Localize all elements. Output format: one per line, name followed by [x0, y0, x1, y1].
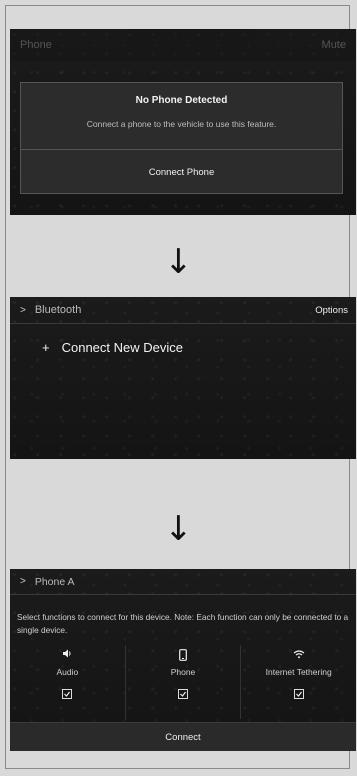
audio-checkbox[interactable]	[62, 689, 73, 699]
bluetooth-screen: > Bluetooth Options + Connect New Device	[10, 297, 356, 459]
phone-a-header: > Phone A	[10, 569, 356, 595]
phone-checkbox[interactable]	[178, 689, 188, 699]
phone-a-title: Phone A	[34, 575, 75, 588]
speaker-icon	[10, 649, 125, 658]
functions-description: Select functions to connect for this dev…	[17, 612, 349, 635]
function-columns: Audio Phone Internet Tethering	[10, 645, 356, 719]
connect-new-device-label: Connect New Device	[61, 340, 183, 355]
wifi-icon	[241, 649, 356, 659]
down-arrow-icon: ↓	[164, 242, 193, 282]
function-internet-tethering: Internet Tethering	[240, 645, 356, 719]
bluetooth-header: > Bluetooth Options	[10, 297, 356, 324]
mute-label[interactable]: Mute	[322, 39, 346, 51]
audio-label: Audio	[56, 667, 79, 677]
connect-new-device-item[interactable]: + Connect New Device	[42, 340, 183, 355]
dialog-title: No Phone Detected	[135, 95, 228, 106]
plus-icon: +	[42, 340, 50, 355]
bluetooth-title: Bluetooth	[34, 304, 82, 316]
back-chevron-icon[interactable]: >	[20, 576, 26, 587]
function-phone: Phone	[124, 645, 241, 719]
back-chevron-icon[interactable]: >	[20, 305, 26, 316]
phone-screen-no-device: Phone Mute No Phone Detected Connect a p…	[10, 29, 356, 215]
no-phone-dialog: No Phone Detected Connect a phone to the…	[20, 82, 343, 194]
internet-tethering-label: Internet Tethering	[265, 667, 332, 677]
options-button[interactable]: Options	[315, 305, 348, 316]
phone-title: Phone	[20, 39, 52, 51]
dialog-message: Connect a phone to the vehicle to use th…	[86, 119, 277, 129]
connect-phone-button[interactable]: Connect Phone	[21, 150, 342, 194]
function-audio: Audio	[10, 645, 125, 719]
internet-tethering-checkbox[interactable]	[293, 689, 304, 699]
connect-button[interactable]: Connect	[10, 722, 356, 751]
phone-a-functions-screen: > Phone A Select functions to connect fo…	[10, 569, 356, 751]
top-bar: Phone Mute	[10, 29, 356, 61]
phone-label: Phone	[170, 667, 196, 677]
phone-icon	[126, 649, 241, 661]
down-arrow-icon: ↓	[164, 509, 193, 549]
